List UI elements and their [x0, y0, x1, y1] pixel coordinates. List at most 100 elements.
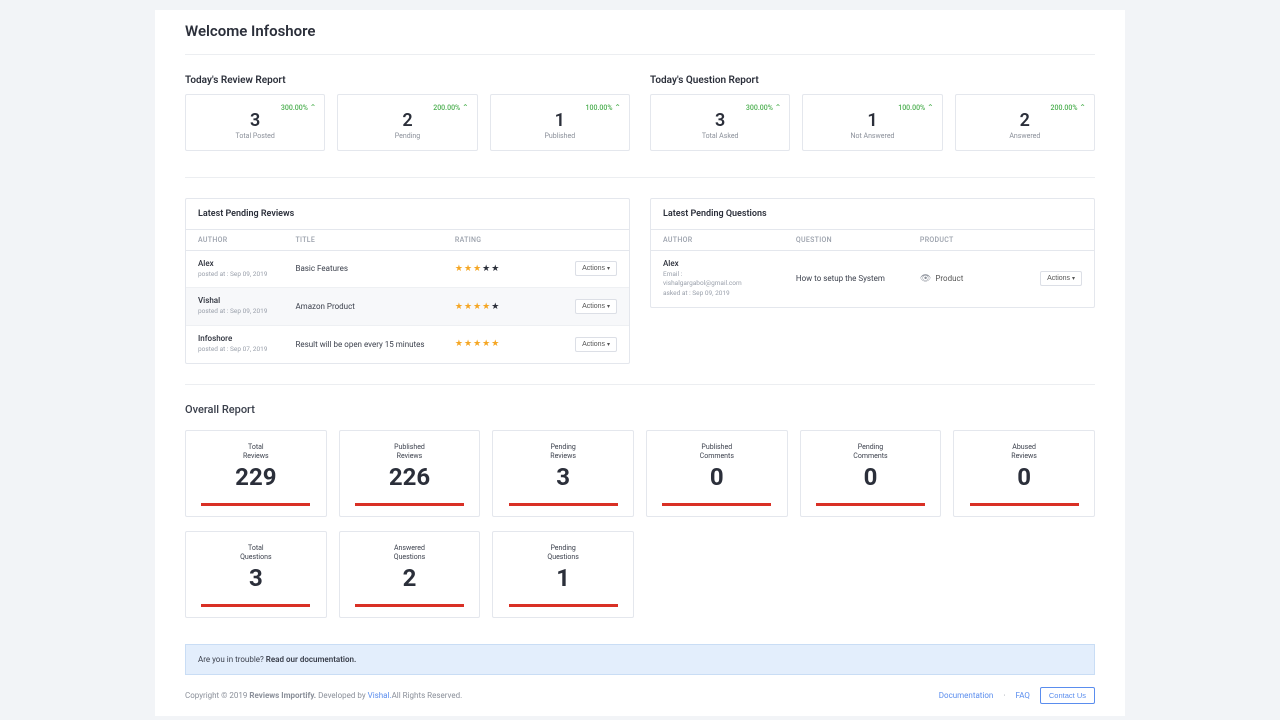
stat-number: 3: [659, 110, 781, 132]
progress-bar: [509, 604, 618, 607]
review-row: Vishal posted at : Sep 09, 2019 Amazon Pro…: [186, 288, 629, 326]
progress-bar: [355, 503, 464, 506]
star-icon: ★: [464, 339, 473, 349]
stat-label: Answered: [964, 132, 1086, 140]
overall-card-label: PendingQuestions: [493, 544, 633, 562]
star-icon: ★: [473, 302, 482, 312]
stat-card-question-0: 300.00% ⌃3Total Asked: [650, 94, 790, 151]
star-icon: ★: [491, 264, 500, 274]
overall-card-r1-3: PublishedComments 0: [646, 430, 788, 517]
star-icon: ★: [491, 339, 500, 349]
progress-bar: [509, 503, 618, 506]
overall-card-label: PublishedComments: [647, 443, 787, 461]
footer-faq-link[interactable]: FAQ: [1015, 691, 1029, 700]
question-meta: Email :vishalgargabol@gmail.comasked at …: [663, 270, 772, 299]
th-title: TITLE: [283, 230, 442, 251]
overall-card-label: AbusedReviews: [954, 443, 1094, 461]
stat-card-question-2: 200.00% ⌃2Answered: [955, 94, 1095, 151]
notice-link[interactable]: Read our documentation.: [266, 655, 356, 664]
author-name: Alex: [198, 259, 271, 268]
rating-stars: ★★★★★: [455, 339, 500, 349]
review-row: Alex posted at : Sep 09, 2019 Basic Featur…: [186, 250, 629, 288]
star-icon: ★: [482, 339, 491, 349]
overall-label: Overall Report: [185, 384, 1095, 430]
star-icon: ★: [482, 302, 491, 312]
overall-card-label: AnsweredQuestions: [340, 544, 480, 562]
caret-down-icon: ▾: [1072, 276, 1075, 282]
stat-number: 1: [499, 110, 621, 132]
contact-us-button[interactable]: Contact Us: [1040, 687, 1095, 704]
posted-at: posted at : Sep 07, 2019: [198, 345, 271, 355]
chevron-up-icon: ⌃: [1079, 103, 1086, 112]
overall-card-label: PendingComments: [801, 443, 941, 461]
star-icon: ★: [464, 302, 473, 312]
review-title: Result will be open every 15 minutes: [295, 340, 424, 349]
author-name: Vishal: [198, 296, 271, 305]
stat-card-review-2: 100.00% ⌃1Published: [490, 94, 630, 151]
overall-card-r1-5: AbusedReviews 0: [953, 430, 1095, 517]
today-review-label: Today's Review Report: [185, 75, 630, 86]
overall-card-label: PublishedReviews: [340, 443, 480, 461]
overall-card-number: 3: [493, 463, 633, 491]
star-icon: ★: [455, 264, 464, 274]
th-q-author: AUTHOR: [651, 230, 784, 251]
overall-card-number: 1: [493, 564, 633, 592]
star-icon: ★: [491, 302, 500, 312]
overall-card-r1-4: PendingComments 0: [800, 430, 942, 517]
pending-reviews-panel: Latest Pending Reviews AUTHOR TITLE RATI…: [185, 198, 630, 364]
overall-card-number: 2: [340, 564, 480, 592]
stat-card-review-0: 300.00% ⌃3Total Posted: [185, 94, 325, 151]
stat-card-question-1: 100.00% ⌃1Not Answered: [802, 94, 942, 151]
caret-down-icon: ▾: [607, 342, 610, 348]
product-link[interactable]: 👁 Product: [920, 274, 963, 284]
pending-questions-title: Latest Pending Questions: [651, 199, 1094, 230]
overall-card-r2-2: PendingQuestions 1: [492, 531, 634, 618]
posted-at: posted at : Sep 09, 2019: [198, 270, 271, 280]
overall-card-r1-0: TotalReviews229: [185, 430, 327, 517]
th-question: QUESTION: [784, 230, 908, 251]
chevron-up-icon: ⌃: [775, 103, 782, 112]
overall-card-number: 226: [340, 463, 480, 491]
pending-questions-panel: Latest Pending Questions AUTHOR QUESTION…: [650, 198, 1095, 308]
star-icon: ★: [473, 339, 482, 349]
progress-bar: [201, 503, 310, 506]
star-icon: ★: [455, 339, 464, 349]
stat-card-review-1: 200.00% ⌃2Pending: [337, 94, 477, 151]
chevron-up-icon: ⌃: [462, 103, 469, 112]
footer-doc-link[interactable]: Documentation: [939, 691, 994, 700]
footer-copyright: Copyright © 2019 Reviews Importify. Deve…: [185, 691, 462, 700]
page-title: Welcome Infoshore: [185, 10, 1095, 55]
overall-card-number: 0: [647, 463, 787, 491]
stat-label: Published: [499, 132, 621, 140]
rating-stars: ★★★★★: [455, 264, 500, 274]
actions-dropdown[interactable]: Actions ▾: [1040, 271, 1082, 286]
review-title: Amazon Product: [295, 302, 354, 311]
actions-dropdown[interactable]: Actions ▾: [575, 299, 617, 314]
star-icon: ★: [473, 264, 482, 274]
review-title: Basic Features: [295, 264, 348, 273]
overall-card-number: 0: [954, 463, 1094, 491]
stat-number: 2: [346, 110, 468, 132]
overall-card-label: PendingReviews: [493, 443, 633, 461]
eye-icon: 👁: [920, 274, 931, 284]
overall-card-r2-0: TotalQuestions3: [185, 531, 327, 618]
stat-number: 1: [811, 110, 933, 132]
overall-card-r1-1: PublishedReviews 226: [339, 430, 481, 517]
posted-at: posted at : Sep 09, 2019: [198, 307, 271, 317]
notice-bar: Are you in trouble? Read our documentati…: [185, 644, 1095, 675]
stat-label: Total Asked: [659, 132, 781, 140]
progress-bar: [662, 503, 771, 506]
caret-down-icon: ▾: [607, 304, 610, 310]
actions-dropdown[interactable]: Actions ▾: [575, 261, 617, 276]
caret-down-icon: ▾: [607, 266, 610, 272]
footer-dev-link[interactable]: Vishal.: [368, 691, 392, 700]
rating-stars: ★★★★★: [455, 302, 500, 312]
today-question-label: Today's Question Report: [650, 75, 1095, 86]
author-name: Infoshore: [198, 334, 271, 343]
actions-dropdown[interactable]: Actions ▾: [575, 337, 617, 352]
question-text: How to setup the System: [796, 274, 885, 283]
stat-label: Not Answered: [811, 132, 933, 140]
overall-card-number: 0: [801, 463, 941, 491]
overall-card-label: TotalReviews: [186, 443, 326, 461]
chevron-up-icon: ⌃: [614, 103, 621, 112]
